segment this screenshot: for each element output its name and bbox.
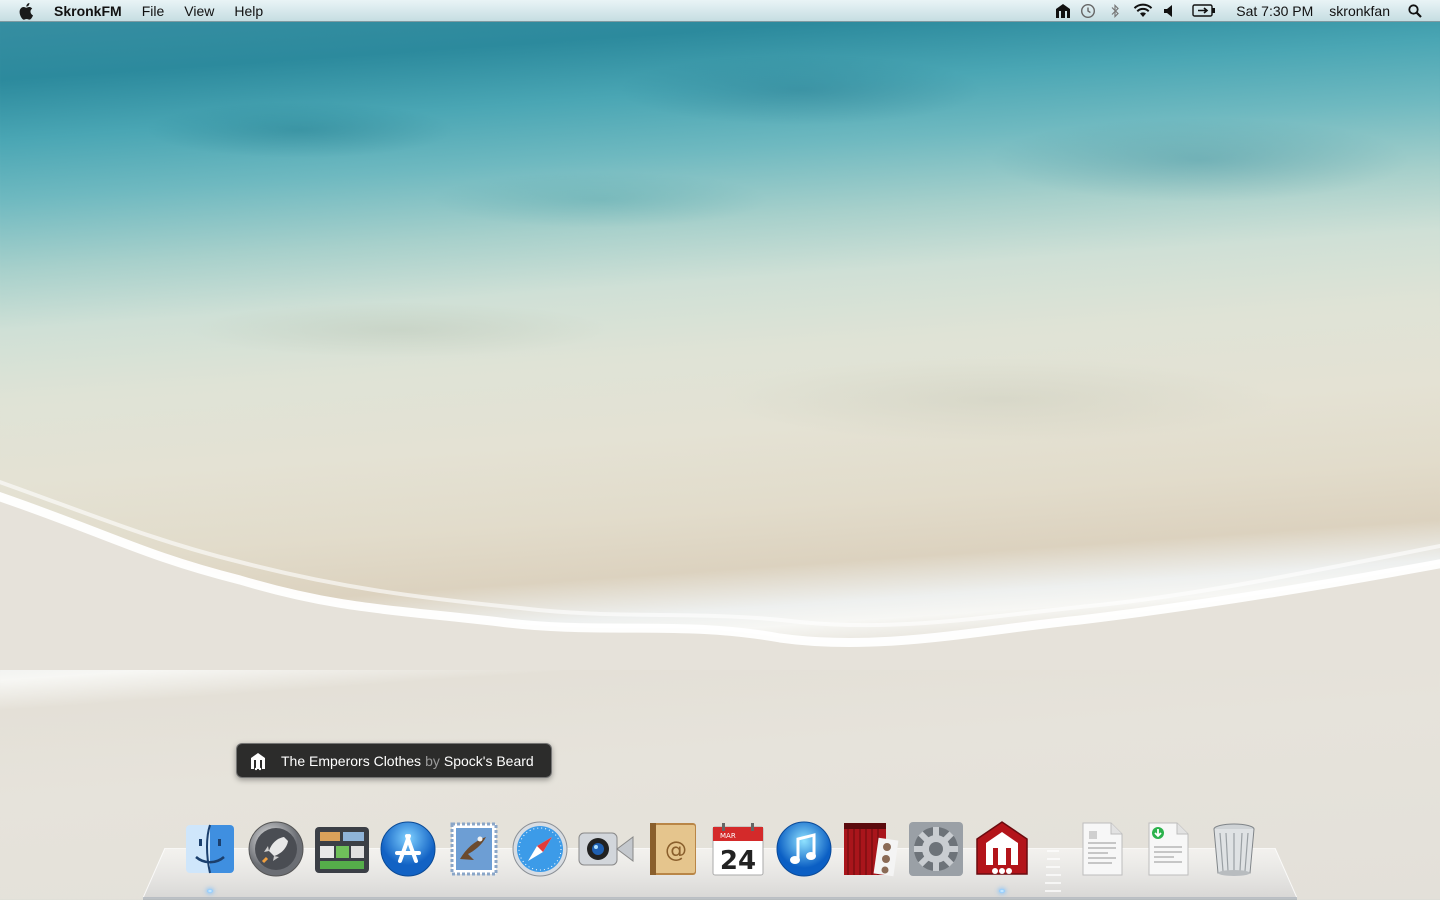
menu-bar: SkronkFM File View Help Sat 7:30 PM skro… bbox=[0, 0, 1440, 22]
dock-finder[interactable] bbox=[180, 818, 240, 880]
skronkfm-app-icon bbox=[976, 821, 1028, 875]
dock-skronkfm[interactable] bbox=[972, 818, 1032, 880]
dock-mail[interactable] bbox=[444, 818, 504, 880]
dock-mission-control[interactable] bbox=[312, 818, 372, 880]
app-store-icon bbox=[380, 821, 436, 877]
finder-icon bbox=[186, 824, 234, 874]
trash-icon bbox=[1213, 823, 1255, 876]
volume-icon[interactable] bbox=[1158, 0, 1180, 22]
dock-facetime[interactable] bbox=[576, 818, 636, 880]
notification-by: by bbox=[425, 752, 440, 769]
photo-booth-icon bbox=[844, 823, 899, 877]
menu-file[interactable]: File bbox=[132, 0, 175, 22]
launchpad-rocket-icon bbox=[248, 821, 304, 877]
spotlight-icon[interactable] bbox=[1408, 0, 1422, 22]
calendar-month: MAR bbox=[720, 832, 736, 840]
status-area: Sat 7:30 PM skronkfan bbox=[1052, 0, 1440, 22]
dock-address-book[interactable]: @ bbox=[642, 818, 702, 880]
dock-launchpad[interactable] bbox=[246, 818, 306, 880]
time-machine-icon[interactable] bbox=[1074, 0, 1102, 22]
dock-photo-booth[interactable] bbox=[840, 818, 900, 880]
skronkfm-icon[interactable] bbox=[1052, 0, 1074, 22]
wifi-icon[interactable] bbox=[1128, 0, 1158, 22]
dock-safari[interactable] bbox=[510, 818, 570, 880]
menu-view[interactable]: View bbox=[174, 0, 224, 22]
dock-ical[interactable]: MAR 24 bbox=[708, 818, 768, 880]
menubar-user[interactable]: skronkfan bbox=[1329, 3, 1390, 19]
notification-artist: Spock's Beard bbox=[443, 752, 534, 769]
mission-control-icon bbox=[315, 827, 369, 873]
address-book-icon: @ bbox=[650, 823, 696, 875]
apple-menu-icon[interactable] bbox=[16, 0, 38, 22]
dock-documents-stack[interactable] bbox=[1072, 818, 1132, 880]
bluetooth-icon[interactable] bbox=[1102, 0, 1128, 22]
document-stack-icon bbox=[1082, 822, 1123, 876]
downloads-stack-icon bbox=[1148, 822, 1189, 876]
itunes-note-icon bbox=[776, 821, 832, 877]
facetime-camera-icon bbox=[578, 832, 634, 866]
notification-track: The Emperors Clothes bbox=[281, 752, 422, 769]
menubar-clock[interactable]: Sat 7:30 PM bbox=[1236, 3, 1313, 19]
calendar-icon: MAR 24 bbox=[712, 823, 764, 876]
safari-compass-icon bbox=[512, 821, 568, 877]
dock-trash[interactable] bbox=[1204, 818, 1264, 880]
mail-stamp-icon bbox=[450, 822, 498, 876]
gear-icon bbox=[909, 822, 963, 876]
calendar-day: 24 bbox=[720, 846, 756, 876]
now-playing-notification[interactable]: The Emperors Clothes by Spock's Beard bbox=[236, 743, 552, 778]
dock-itunes[interactable] bbox=[774, 818, 834, 880]
dock-downloads-stack[interactable] bbox=[1138, 818, 1198, 880]
menu-app-name[interactable]: SkronkFM bbox=[50, 3, 132, 19]
dock-separator bbox=[1040, 846, 1066, 896]
wallpaper-surf bbox=[0, 479, 1440, 670]
svg-text:@: @ bbox=[665, 838, 687, 863]
dock-system-preferences[interactable] bbox=[906, 818, 966, 880]
battery-icon[interactable] bbox=[1186, 0, 1222, 22]
menu-help[interactable]: Help bbox=[224, 0, 273, 22]
dock-app-store[interactable] bbox=[378, 818, 438, 880]
skronkfm-logo-icon bbox=[247, 750, 269, 772]
